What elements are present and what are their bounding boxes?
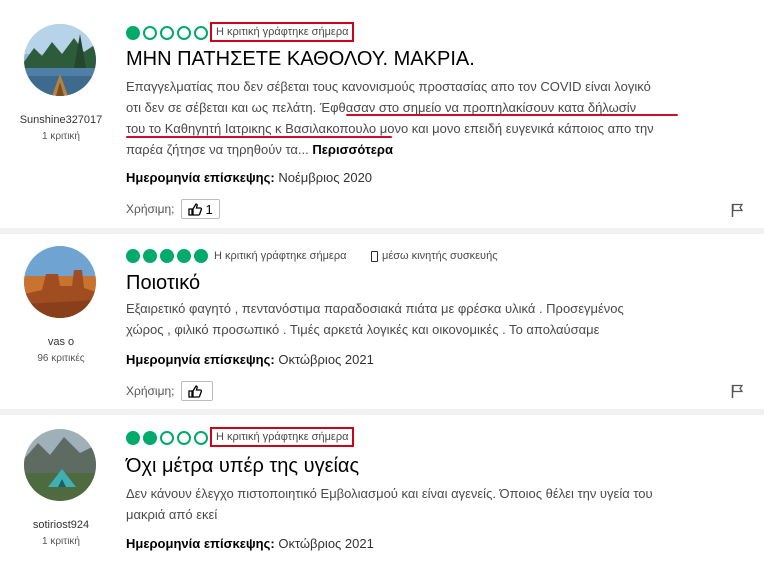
rating-bubble-filled [194, 249, 208, 263]
review-card-1: Sunshine327017 1 κριτική Η κριτική γράφτ… [0, 0, 784, 230]
username[interactable]: vas o [0, 336, 122, 348]
helpful-label: Χρήσιμη; [126, 202, 175, 216]
rating-bubbles [126, 26, 208, 40]
visit-date: Ημερομηνία επίσκεψης: Οκτώβριος 2021 [126, 536, 374, 551]
visit-date-label: Ημερομηνία επίσκεψης: [126, 536, 275, 551]
review-body-line: Δεν κάνουν έλεγχο πιστοποιητικό Εμβολιασ… [126, 486, 653, 501]
username[interactable]: Sunshine327017 [0, 114, 122, 126]
thumbs-up-icon [187, 384, 202, 398]
rating-bubble-empty [160, 26, 174, 40]
user-avatar[interactable] [24, 246, 96, 318]
review-body-line: Εξαιρετικό φαγητό , πεντανόστιμα παραδοσ… [126, 301, 624, 316]
visit-date-value: Οκτώβριος 2021 [278, 536, 374, 551]
helpful-label: Χρήσιμη; [126, 384, 175, 398]
highlight-underline [126, 136, 392, 138]
avatar-lake-canoe-image [24, 24, 96, 96]
rating-bubble-filled [126, 26, 140, 40]
user-review-count: 1 κριτική [42, 131, 80, 142]
device-note: μέσω κινητής συσκευής [371, 250, 498, 262]
helpful-vote: Χρήσιμη; [126, 381, 213, 401]
rating-bubble-empty [194, 26, 208, 40]
rating-bubble-filled [126, 431, 140, 445]
rating-bubble-filled [143, 431, 157, 445]
read-more-link[interactable]: Περισσότερα [312, 142, 393, 157]
review-title[interactable]: ΜΗΝ ΠΑΤΗΣΕΤΕ ΚΑΘΟΛΟΥ. ΜΑΚΡΙΑ. [126, 48, 475, 71]
review-body: Δεν κάνουν έλεγχο πιστοποιητικό Εμβολιασ… [126, 483, 706, 525]
mobile-phone-icon [371, 250, 378, 262]
rating-bubble-empty [177, 431, 191, 445]
helpful-button[interactable]: 1 [180, 199, 220, 219]
review-body-line: χώρος , φιλικό προσωπικό . Τιμές αρκετά … [126, 322, 600, 337]
rating-bubbles [126, 249, 208, 263]
review-body: Εξαιρετικό φαγητό , πεντανόστιμα παραδοσ… [126, 298, 706, 340]
review-body-line: μακριά από εκεί [126, 507, 218, 522]
helpful-button[interactable] [180, 381, 213, 401]
rating-bubble-empty [194, 431, 208, 445]
visit-date: Ημερομηνία επίσκεψης: Νοέμβριος 2020 [126, 170, 372, 185]
user-avatar[interactable] [24, 429, 96, 501]
rating-bubble-empty [177, 26, 191, 40]
written-date: Η κριτική γράφτηκε σήμερα [210, 22, 355, 42]
review-title[interactable]: Ποιοτικό [126, 272, 200, 295]
rating-bubble-empty [160, 431, 174, 445]
visit-date-label: Ημερομηνία επίσκεψης: [126, 170, 275, 185]
user-review-count: 96 κριτικές [37, 353, 85, 364]
reviews-list: Sunshine327017 1 κριτική Η κριτική γράφτ… [0, 0, 784, 566]
user-avatar[interactable] [24, 24, 96, 96]
visit-date: Ημερομηνία επίσκεψης: Οκτώβριος 2021 [126, 352, 374, 367]
review-card-3: sotiriost924 1 κριτική Η κριτική γράφτηκ… [0, 415, 784, 566]
rating-bubble-filled [126, 249, 140, 263]
visit-date-value: Νοέμβριος 2020 [278, 170, 373, 185]
flag-icon[interactable] [731, 384, 743, 398]
rating-bubble-filled [177, 249, 191, 263]
visit-date-label: Ημερομηνία επίσκεψης: [126, 352, 275, 367]
visit-date-value: Οκτώβριος 2021 [278, 352, 374, 367]
rating-bubble-filled [143, 249, 157, 263]
flag-icon[interactable] [731, 203, 743, 217]
review-body-line: Επαγγελματίας που δεν σέβεται τους κανον… [126, 79, 651, 94]
helpful-count: 1 [205, 201, 213, 217]
user-review-count: 1 κριτική [42, 536, 80, 547]
avatar-desert-butte-image [24, 246, 96, 318]
thumbs-up-icon [187, 202, 202, 216]
username[interactable]: sotiriost924 [0, 519, 122, 531]
rating-bubble-empty [143, 26, 157, 40]
highlight-underline [346, 114, 678, 116]
review-title[interactable]: Όχι μέτρα υπέρ της υγείας [126, 455, 359, 478]
review-body-line: παρέα ζήτησε να τηρηθούν τα... [126, 142, 309, 157]
review-card-2: vas o 96 κριτικές Η κριτική γράφτηκε σήμ… [0, 234, 784, 410]
helpful-vote: Χρήσιμη; 1 [126, 199, 220, 219]
written-date: Η κριτική γράφτηκε σήμερα [214, 250, 347, 262]
rating-bubble-filled [160, 249, 174, 263]
device-label: μέσω κινητής συσκευής [382, 250, 498, 262]
written-date: Η κριτική γράφτηκε σήμερα [210, 427, 355, 447]
review-body: Επαγγελματίας που δεν σέβεται τους κανον… [126, 76, 706, 160]
rating-bubbles [126, 431, 208, 445]
avatar-camping-tent-image [24, 429, 96, 501]
